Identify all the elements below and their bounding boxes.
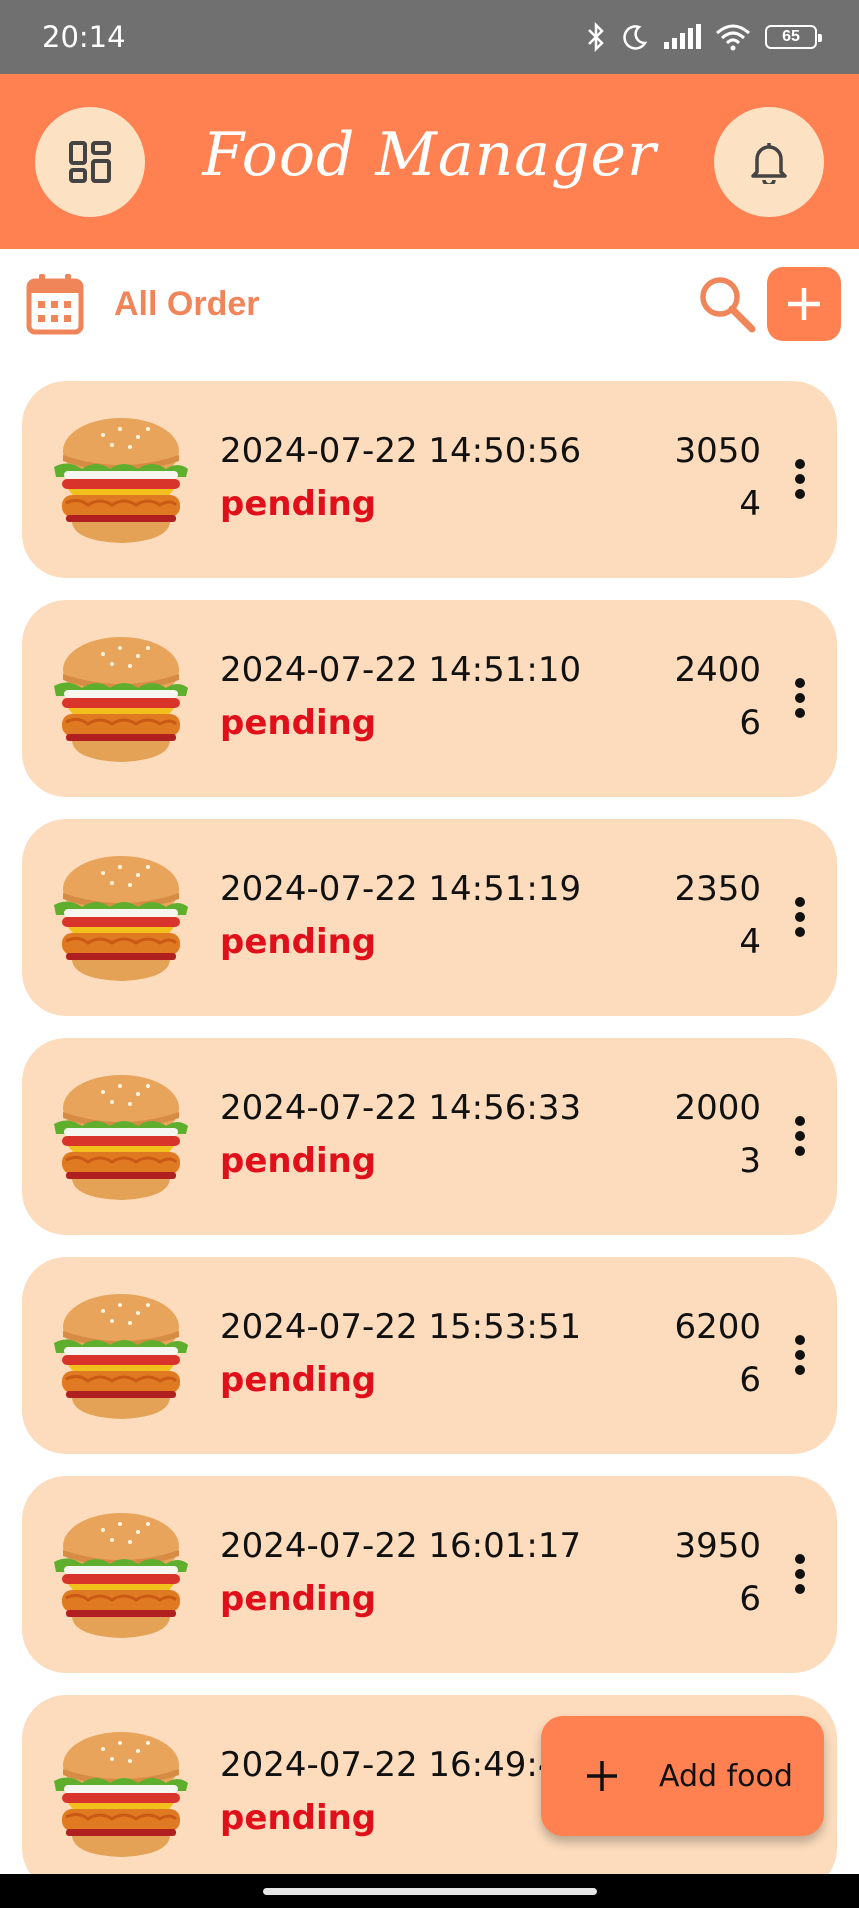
order-date: 2024-07-22 14:51:19 xyxy=(220,869,582,909)
order-list: 2024-07-22 14:50:56 pending 3050 4 2024-… xyxy=(22,381,837,1908)
wifi-icon xyxy=(716,24,750,51)
order-card[interactable]: 2024-07-22 14:51:10 pending 2400 6 xyxy=(22,600,837,797)
plus-icon xyxy=(788,288,820,320)
battery-icon: 65 xyxy=(765,25,822,49)
battery-level: 65 xyxy=(782,28,800,45)
burger-image xyxy=(48,1502,194,1648)
filter-row: All Order xyxy=(0,249,859,359)
status-bar: 20:14 65 xyxy=(0,0,859,74)
burger-image xyxy=(48,407,194,553)
order-total: 3950 xyxy=(674,1526,761,1566)
order-status: pending xyxy=(220,1141,377,1181)
order-quantity: 6 xyxy=(739,703,761,743)
more-vert-icon[interactable] xyxy=(793,459,807,499)
home-indicator[interactable] xyxy=(263,1888,597,1895)
status-time: 20:14 xyxy=(42,20,126,54)
signal-icon xyxy=(664,24,701,49)
burger-image xyxy=(48,1283,194,1429)
bluetooth-icon xyxy=(588,22,604,52)
order-card[interactable]: 2024-07-22 16:01:17 pending 3950 6 xyxy=(22,1476,837,1673)
order-status: pending xyxy=(220,1579,377,1619)
order-date: 2024-07-22 16:49:4 xyxy=(220,1745,560,1785)
order-card[interactable]: 2024-07-22 15:53:51 pending 6200 6 xyxy=(22,1257,837,1454)
order-status: pending xyxy=(220,1360,377,1400)
order-date: 2024-07-22 14:51:10 xyxy=(220,650,582,690)
moon-icon xyxy=(623,25,648,50)
order-date: 2024-07-22 14:56:33 xyxy=(220,1088,582,1128)
order-status: pending xyxy=(220,484,377,524)
burger-image xyxy=(48,1721,194,1867)
system-nav-bar xyxy=(0,1874,859,1908)
order-quantity: 6 xyxy=(739,1579,761,1619)
order-total: 6200 xyxy=(674,1307,761,1347)
order-quantity: 4 xyxy=(739,922,761,962)
order-date: 2024-07-22 15:53:51 xyxy=(220,1307,582,1347)
add-food-button[interactable]: Add food xyxy=(541,1716,824,1836)
burger-image xyxy=(48,845,194,991)
order-total: 3050 xyxy=(674,431,761,471)
calendar-icon[interactable] xyxy=(26,273,84,335)
more-vert-icon[interactable] xyxy=(793,1554,807,1594)
add-order-button[interactable] xyxy=(767,267,841,341)
more-vert-icon[interactable] xyxy=(793,1335,807,1375)
order-total: 2350 xyxy=(674,869,761,909)
order-date: 2024-07-22 16:01:17 xyxy=(220,1526,582,1566)
order-filter-label[interactable]: All Order xyxy=(114,285,259,324)
order-status: pending xyxy=(220,703,377,743)
notifications-button[interactable] xyxy=(714,107,824,217)
more-vert-icon[interactable] xyxy=(793,678,807,718)
order-quantity: 3 xyxy=(739,1141,761,1181)
order-card[interactable]: 2024-07-22 14:51:19 pending 2350 4 xyxy=(22,819,837,1016)
more-vert-icon[interactable] xyxy=(793,897,807,937)
bell-icon xyxy=(751,143,787,184)
order-card[interactable]: 2024-07-22 14:50:56 pending 3050 4 xyxy=(22,381,837,578)
order-card[interactable]: 2024-07-22 14:56:33 pending 2000 3 xyxy=(22,1038,837,1235)
app-bar: Food Manager xyxy=(0,74,859,249)
add-food-label: Add food xyxy=(659,1758,793,1794)
order-quantity: 4 xyxy=(739,484,761,524)
burger-image xyxy=(48,1064,194,1210)
plus-icon xyxy=(587,1761,617,1791)
burger-image xyxy=(48,626,194,772)
order-quantity: 6 xyxy=(739,1360,761,1400)
search-icon[interactable] xyxy=(698,275,756,333)
order-total: 2000 xyxy=(674,1088,761,1128)
more-vert-icon[interactable] xyxy=(793,1116,807,1156)
status-icons: 65 xyxy=(585,22,822,52)
order-total: 2400 xyxy=(674,650,761,690)
order-date: 2024-07-22 14:50:56 xyxy=(220,431,582,471)
order-status: pending xyxy=(220,922,377,962)
order-status: pending xyxy=(220,1798,377,1838)
